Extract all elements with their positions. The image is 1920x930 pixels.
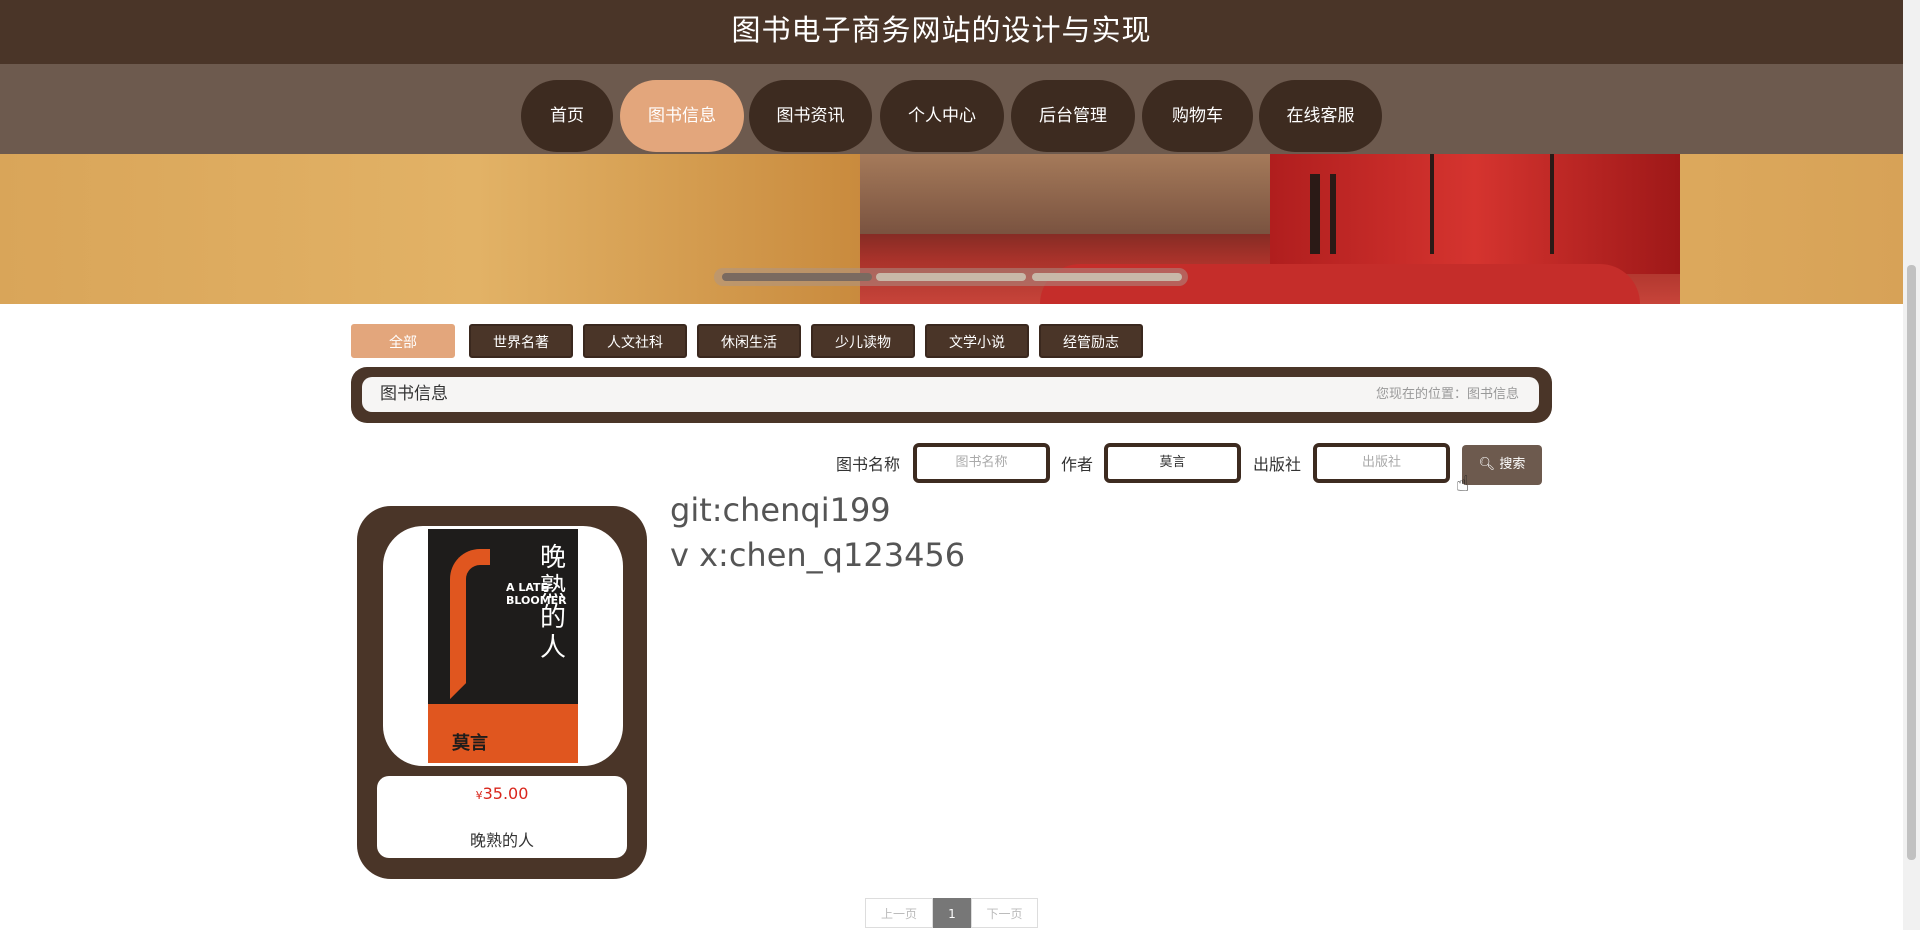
search-button[interactable]: 🔍︎ 搜索 [1462, 445, 1542, 485]
page-title: 图书信息 [380, 384, 448, 404]
watermark-text: git:chenqi199 v x:chen_q123456 [670, 491, 966, 574]
vertical-scrollbar[interactable] [1903, 0, 1920, 930]
product-price: ¥35.00 [475, 784, 529, 803]
product-image[interactable]: 晚熟的人 A LATE BLOOMER 莫言 [383, 526, 623, 766]
carousel-dot-3[interactable] [1032, 273, 1182, 281]
author-input[interactable]: 莫言 [1104, 443, 1241, 483]
nav-book-news[interactable]: 图书资讯 [749, 80, 872, 152]
category-business[interactable]: 经管励志 [1039, 324, 1143, 358]
category-leisure[interactable]: 休闲生活 [697, 324, 801, 358]
product-info: ¥35.00 晚熟的人 [377, 776, 627, 858]
breadcrumb-location: 您现在的位置：图书信息 [1375, 387, 1519, 402]
author-label: 作者 [1061, 455, 1094, 474]
prev-page-button[interactable]: 上一页 [865, 898, 933, 928]
nav-personal-center[interactable]: 个人中心 [880, 80, 1004, 152]
search-button-label: 搜索 [1499, 457, 1526, 472]
cover-author: 莫言 [452, 733, 488, 754]
category-world-classics[interactable]: 世界名著 [469, 324, 573, 358]
product-name[interactable]: 晚熟的人 [377, 827, 627, 851]
carousel-dot-1[interactable] [722, 273, 872, 281]
category-fiction[interactable]: 文学小说 [925, 324, 1029, 358]
main-nav: 首页 图书信息 图书资讯 个人中心 后台管理 购物车 在线客服 [0, 64, 1903, 154]
publisher-label: 出版社 [1253, 455, 1302, 474]
nav-home[interactable]: 首页 [521, 80, 613, 152]
scrollbar-thumb[interactable] [1907, 265, 1916, 860]
nav-book-info[interactable]: 图书信息 [620, 80, 744, 152]
carousel-dot-2[interactable] [876, 273, 1026, 281]
book-name-label: 图书名称 [836, 455, 901, 474]
product-card[interactable]: 晚熟的人 A LATE BLOOMER 莫言 ¥35.00 晚熟的人 [357, 506, 647, 879]
nav-online-service[interactable]: 在线客服 [1259, 80, 1382, 152]
category-all[interactable]: 全部 [351, 324, 455, 358]
cover-subtitle: A LATE BLOOMER [506, 581, 567, 607]
book-name-input[interactable]: 图书名称 [913, 443, 1050, 483]
page-number-current[interactable]: 1 [933, 898, 971, 928]
category-children[interactable]: 少儿读物 [811, 324, 915, 358]
book-cover: 晚熟的人 A LATE BLOOMER 莫言 [428, 529, 578, 763]
breadcrumb: 图书信息 您现在的位置：图书信息 [351, 367, 1552, 423]
carousel-indicators [714, 268, 1188, 286]
nav-cart[interactable]: 购物车 [1142, 80, 1253, 152]
pointer-cursor-icon: ☝ [1456, 472, 1470, 497]
nav-admin[interactable]: 后台管理 [1011, 80, 1135, 152]
site-header: 图书电子商务网站的设计与实现 [0, 0, 1903, 64]
search-icon: 🔍︎ [1478, 457, 1496, 472]
site-title: 图书电子商务网站的设计与实现 [731, 13, 1152, 47]
next-page-button[interactable]: 下一页 [971, 898, 1038, 928]
publisher-input[interactable]: 出版社 [1313, 443, 1450, 483]
category-humanities[interactable]: 人文社科 [583, 324, 687, 358]
